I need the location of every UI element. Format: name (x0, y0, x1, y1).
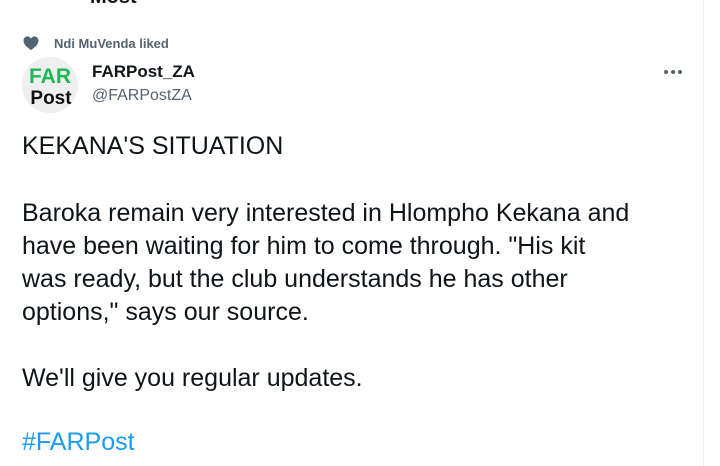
user-handle[interactable]: @FARPostZA (92, 85, 195, 107)
tweet-line: options," says our source. (22, 298, 309, 326)
svg-text:FAR: FAR (29, 65, 71, 88)
avatar[interactable]: FAR Post (22, 57, 78, 113)
hashtag-link[interactable]: #FARPost (22, 426, 135, 459)
tweet-line: Baroka remain very interested in Hlompho… (22, 199, 630, 227)
farpost-logo: FAR Post (22, 57, 78, 113)
tweet-card: Most Ndi MuVenda liked FAR Post FARPost_… (0, 0, 720, 466)
more-options-button[interactable] (658, 60, 688, 84)
author-info[interactable]: FARPost_ZA @FARPostZA (92, 61, 195, 107)
heart-icon (23, 36, 39, 51)
svg-text:Post: Post (30, 88, 72, 109)
tweet-paragraph: Baroka remain very interested in Hlompho… (22, 197, 690, 329)
timeline-divider (703, 0, 704, 466)
more-icon (664, 70, 682, 74)
tweet-line: have been waiting for him to come throug… (22, 232, 586, 260)
social-context-label: Ndi MuVenda liked (54, 35, 169, 51)
display-name[interactable]: FARPost_ZA (92, 61, 195, 83)
social-context[interactable]: Ndi MuVenda liked (22, 33, 169, 53)
previous-section-heading: Most (90, 0, 137, 9)
tweet-paragraph: We'll give you regular updates. (22, 364, 363, 392)
tweet-line: was ready, but the club understands he h… (22, 265, 568, 293)
tweet-headline: KEKANA'S SITUATION (22, 132, 284, 160)
